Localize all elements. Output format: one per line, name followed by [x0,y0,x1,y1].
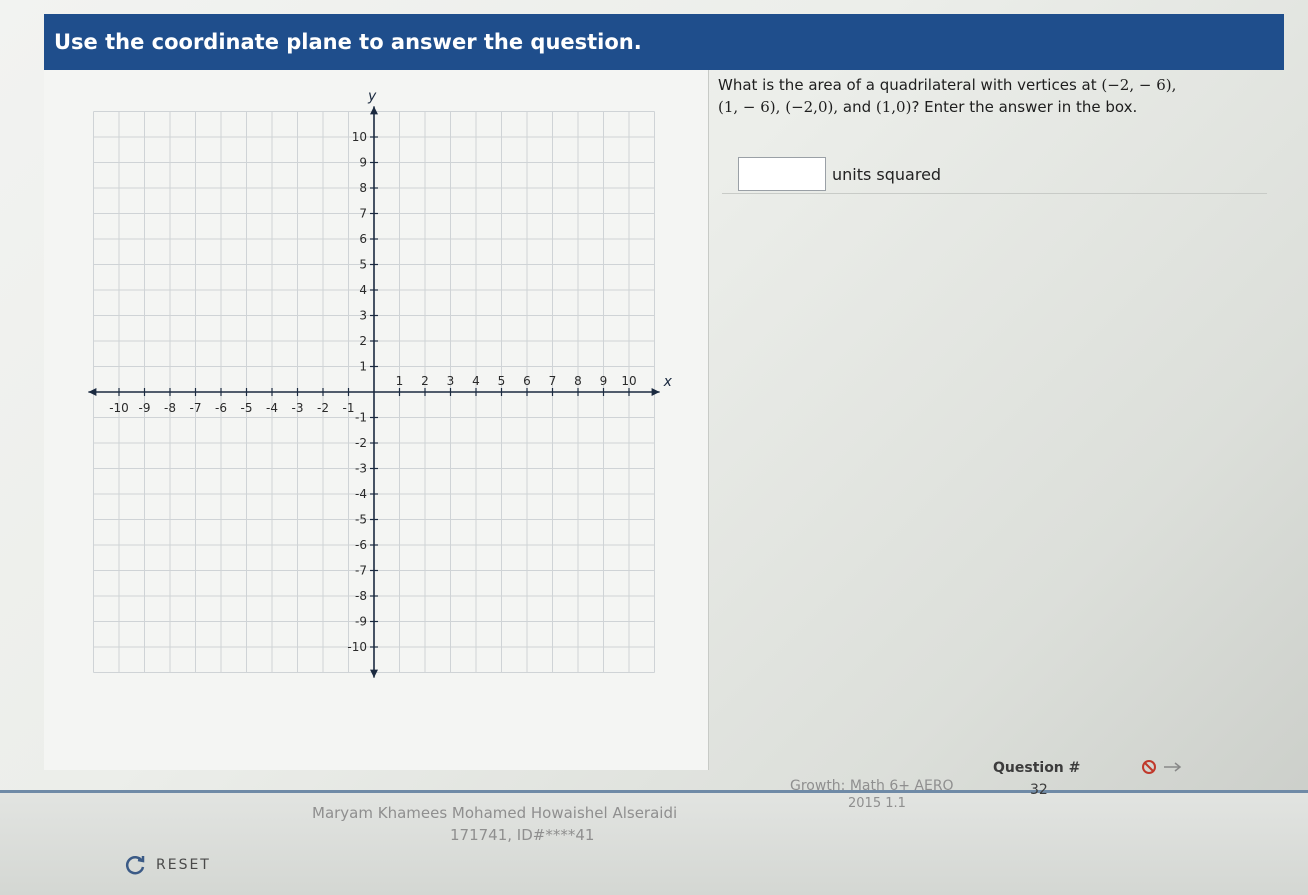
x-tick-label: 9 [600,374,608,388]
x-tick-label: 8 [574,374,582,388]
reset-button[interactable]: RESET [122,852,211,878]
y-axis-arrow-down [370,669,378,678]
x-tick-label: -6 [215,401,227,415]
units-label: units squared [832,164,942,184]
x-tick-label: -8 [164,401,176,415]
y-tick-label: -3 [355,462,367,476]
y-tick-label: 6 [359,232,367,246]
page-title: Use the coordinate plane to answer the q… [54,30,642,54]
y-tick-label: -7 [355,564,367,578]
y-tick-label: 8 [359,181,367,195]
x-tick-label: -10 [109,401,129,415]
y-tick-label: 7 [359,207,367,221]
x-axis-arrow-right [651,388,660,396]
y-tick-label: -9 [355,615,367,629]
x-tick-label: 1 [396,374,404,388]
test-name: Growth: Math 6+ AERO [790,778,954,794]
x-tick-label: -3 [292,401,304,415]
question-number-label: Question # [993,760,1081,776]
y-tick-label: -8 [355,589,367,603]
x-tick-label: -5 [241,401,253,415]
x-tick-label: 7 [549,374,557,388]
student-name: Maryam Khamees Mohamed Howaishel Alserai… [312,804,678,822]
y-tick-label: -6 [355,538,367,552]
student-id: 171741, ID#****41 [450,826,595,844]
nav-icons [1140,758,1184,776]
y-tick-label: 10 [352,130,367,144]
y-tick-label: -5 [355,513,367,527]
y-tick-label: -4 [355,487,367,501]
page-header: Use the coordinate plane to answer the q… [44,14,1284,70]
x-tick-label: -2 [317,401,329,415]
x-tick-label: 3 [447,374,455,388]
y-axis-arrow-up [370,106,378,115]
x-tick-label: 2 [421,374,429,388]
x-tick-label: 10 [621,374,636,388]
flag-icon[interactable] [1140,758,1158,776]
y-tick-label: -1 [355,411,367,425]
y-tick-label: 4 [359,283,367,297]
vertex-1: (−2, − 6), [1101,76,1177,94]
y-tick-label: -2 [355,436,367,450]
vertex-2: (1, − 6), [718,98,781,116]
reset-label: RESET [156,857,211,873]
refresh-icon [125,856,145,875]
question-part-2: ? Enter the answer in the box. [911,98,1138,116]
x-tick-label: 5 [498,374,506,388]
vertex-4: (1,0) [875,98,912,116]
answer-divider [722,193,1267,194]
y-tick-label: 1 [359,360,367,374]
y-tick-label: -10 [347,640,367,654]
coordinate-plane: x y -10 -9 -8 -7 -6 -5 -4 -3 -2 -1 1 2 3 4 5 6 7 8 9 10 10 9 8 7 6… [88,88,673,678]
x-tick-label: 6 [523,374,531,388]
test-version: 2015 1.1 [848,796,906,811]
x-axis-arrow-left [88,388,97,396]
question-number: 32 [1030,782,1048,798]
and-word: and [838,98,876,116]
question-text: What is the area of a quadrilateral with… [718,74,1258,118]
x-tick-label: -7 [190,401,202,415]
vertex-3: (−2,0), [785,98,839,116]
x-tick-label: -9 [139,401,151,415]
y-axis-label: y [367,88,377,104]
y-tick-label: 3 [359,309,367,323]
answer-input[interactable] [738,157,826,191]
question-part-1: What is the area of a quadrilateral with… [718,76,1102,94]
answer-row: units squared [738,156,941,192]
y-tick-label: 5 [359,258,367,272]
x-tick-label: -4 [266,401,278,415]
arrow-right-icon[interactable] [1162,760,1184,774]
x-tick-label: 4 [472,374,480,388]
graph-panel: x y -10 -9 -8 -7 -6 -5 -4 -3 -2 -1 1 2 3 4 5 6 7 8 9 10 10 9 8 7 6… [44,70,708,770]
screen: Use the coordinate plane to answer the q… [0,0,1308,895]
x-tick-label: -1 [343,401,355,415]
x-axis-label: x [663,374,673,390]
y-tick-label: 9 [359,156,367,170]
y-tick-label: 2 [359,334,367,348]
